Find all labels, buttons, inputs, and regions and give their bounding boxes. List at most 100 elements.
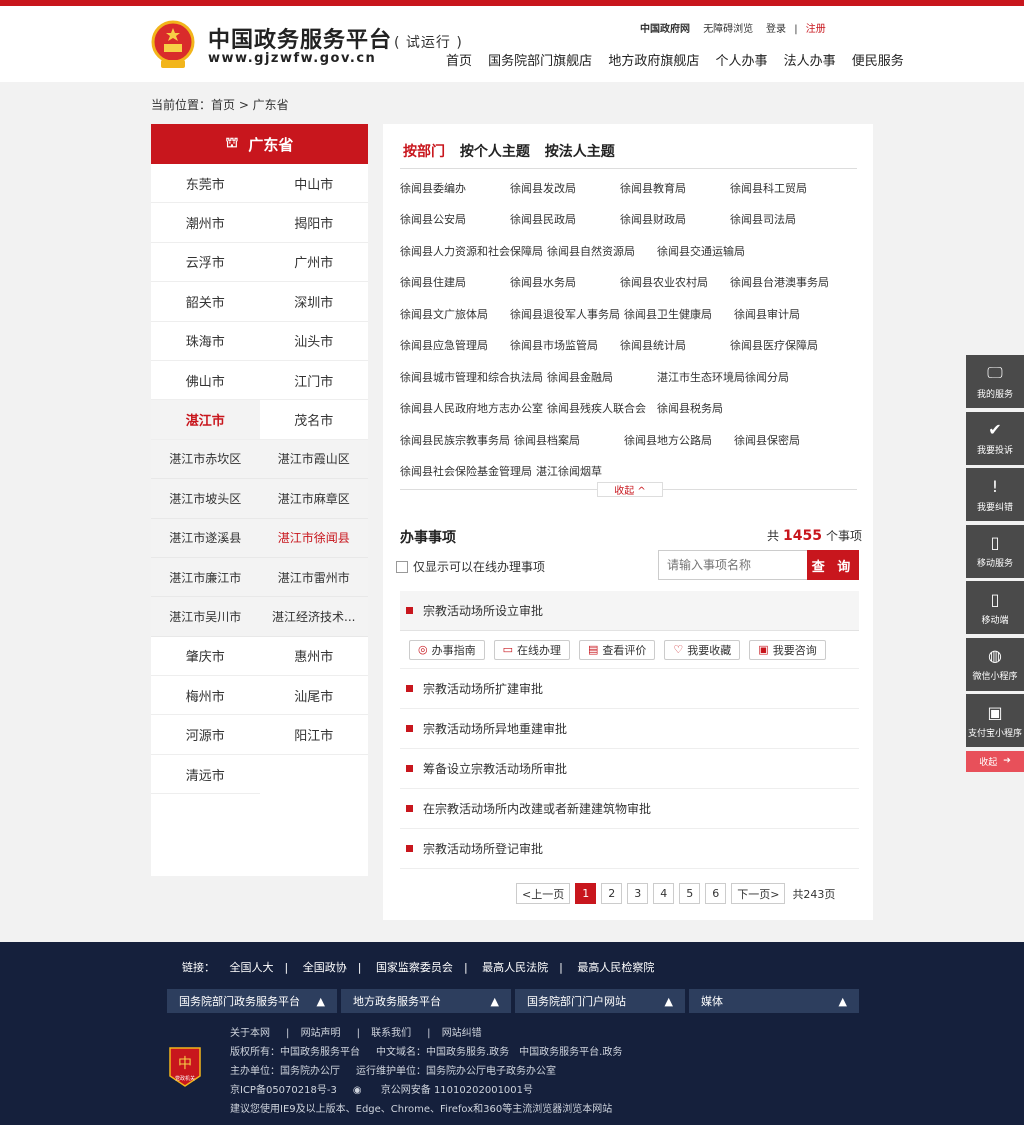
department-link[interactable]: 徐闻县住建局 — [400, 274, 510, 290]
department-link[interactable]: 徐闻县交通运输局 — [657, 243, 767, 259]
city-item-active[interactable]: 湛江市 — [151, 400, 260, 440]
footer-dropdown[interactable]: 地方政务服务平台 ▲ — [341, 989, 511, 1013]
nav-state-dept-stores[interactable]: 国务院部门旗舰店 — [488, 54, 592, 69]
mobile-service-button[interactable]: ▯ 移动服务 — [966, 524, 1024, 578]
nav-local-gov-stores[interactable]: 地方政府旗舰店 — [608, 54, 699, 69]
icp-text[interactable]: 京ICP备05070218号-3 — [230, 1085, 337, 1096]
city-item[interactable]: 深圳市 — [259, 282, 368, 322]
login-link[interactable]: 登录 — [766, 24, 786, 35]
nav-corporate[interactable]: 法人办事 — [784, 54, 836, 69]
accessibility-link[interactable]: 无障碍浏览 — [703, 24, 753, 35]
list-item[interactable]: 宗教活动场所登记审批 — [400, 829, 859, 869]
footer-dropdown[interactable]: 国务院部门门户网站 ▲ — [515, 989, 685, 1013]
department-link[interactable]: 徐闻县人民政府地方志办公室 — [400, 400, 547, 416]
department-link[interactable]: 徐闻县统计局 — [620, 337, 730, 353]
complaint-button[interactable]: ✔ 我要投诉 — [966, 411, 1024, 465]
city-item[interactable]: 广州市 — [259, 243, 368, 283]
city-item[interactable]: 阳江市 — [259, 715, 368, 755]
department-link[interactable]: 徐闻县自然资源局 — [547, 243, 657, 259]
department-link[interactable]: 徐闻县城市管理和综合执法局 — [400, 369, 547, 385]
page-button-current[interactable]: 1 — [575, 883, 597, 904]
department-link[interactable]: 徐闻县科工贸局 — [730, 180, 840, 196]
city-item[interactable]: 清远市 — [151, 755, 260, 795]
list-item[interactable]: 在宗教活动场所内改建或者新建建筑物审批 — [400, 789, 859, 829]
department-link[interactable]: 徐闻县金融局 — [547, 369, 657, 385]
page-button[interactable]: 5 — [679, 883, 701, 904]
list-item[interactable]: 宗教活动场所扩建审批 — [400, 669, 859, 709]
mobile-app-button[interactable]: ▯ 移动端 — [966, 581, 1024, 634]
department-link[interactable]: 徐闻县审计局 — [734, 306, 844, 322]
search-button[interactable]: 查 询 — [807, 550, 859, 580]
department-link[interactable]: 徐闻县农业农村局 — [620, 274, 730, 290]
list-item[interactable]: 宗教活动场所设立审批 — [400, 591, 859, 631]
wechat-miniprogram-button[interactable]: ◍ 微信小程序 — [966, 637, 1024, 691]
city-item[interactable]: 惠州市 — [259, 637, 368, 677]
district-item[interactable]: 湛江经济技术... — [259, 597, 368, 637]
city-item[interactable]: 潮州市 — [151, 203, 260, 243]
favorite-button[interactable]: ♡ 我要收藏 — [664, 639, 741, 660]
department-link[interactable]: 徐闻县医疗保障局 — [730, 337, 840, 353]
department-link[interactable]: 徐闻县民族宗教事务局 — [400, 432, 514, 448]
page-button[interactable]: 4 — [653, 883, 675, 904]
city-item[interactable]: 梅州市 — [151, 676, 260, 716]
online-handle-button[interactable]: ▭ 在线办理 — [493, 639, 571, 660]
alipay-miniprogram-button[interactable]: ▣ 支付宝小程序 — [966, 694, 1024, 747]
collapse-departments-button[interactable]: 收起 ^ — [597, 482, 663, 497]
view-rating-button[interactable]: ▤ 查看评价 — [579, 639, 656, 660]
footer-link[interactable]: 最高人民法院 — [482, 961, 548, 974]
footer-info-link[interactable]: 联系我们 — [371, 1028, 411, 1039]
page-button[interactable]: 6 — [705, 883, 727, 904]
city-item[interactable]: 佛山市 — [151, 361, 260, 401]
district-item[interactable]: 湛江市廉江市 — [151, 557, 260, 598]
district-item-active[interactable]: 湛江市徐闻县 — [259, 518, 368, 558]
footer-link[interactable]: 全国政协 — [303, 961, 347, 974]
district-item[interactable]: 湛江市遂溪县 — [151, 518, 260, 558]
site-title[interactable]: 中国政务服务平台( 试运行 ) — [208, 22, 463, 54]
department-link[interactable]: 徐闻县司法局 — [730, 211, 840, 227]
prev-page-button[interactable]: <上一页 — [516, 883, 571, 904]
page-button[interactable]: 3 — [627, 883, 649, 904]
footer-link[interactable]: 国家监察委员会 — [376, 961, 453, 974]
department-link[interactable]: 徐闻县地方公路局 — [624, 432, 734, 448]
department-link[interactable]: 徐闻县文广旅体局 — [400, 306, 510, 322]
footer-dropdown[interactable]: 国务院部门政务服务平台 ▲ — [167, 989, 337, 1013]
register-link[interactable]: 注册 — [806, 24, 826, 35]
department-link[interactable]: 徐闻县退役军人事务局 — [510, 306, 624, 322]
city-item[interactable]: 云浮市 — [151, 243, 260, 283]
gov-site-badge-icon[interactable]: 中 党政机关 — [168, 1046, 202, 1088]
police-text[interactable]: 京公网安备 11010202001001号 — [381, 1085, 533, 1096]
online-only-checkbox[interactable] — [396, 560, 408, 573]
department-link[interactable]: 徐闻县社会保险基金管理局 — [400, 463, 536, 479]
sidebar-collapse-button[interactable]: 收起 ➔ — [966, 750, 1024, 772]
department-link[interactable]: 徐闻县发改局 — [510, 180, 620, 196]
department-link[interactable]: 徐闻县民政局 — [510, 211, 620, 227]
city-item[interactable]: 揭阳市 — [259, 203, 368, 243]
city-item[interactable]: 珠海市 — [151, 322, 260, 361]
department-link[interactable]: 湛江市生态环境局徐闻分局 — [657, 369, 793, 385]
page-button[interactable]: 2 — [601, 883, 623, 904]
footer-info-link[interactable]: 关于本网 — [230, 1028, 270, 1039]
nav-convenience[interactable]: 便民服务 — [852, 54, 904, 69]
footer-info-link[interactable]: 网站声明 — [301, 1028, 341, 1039]
district-item[interactable]: 湛江市雷州市 — [259, 557, 368, 598]
department-link[interactable]: 徐闻县委编办 — [400, 180, 510, 196]
department-link[interactable]: 徐闻县公安局 — [400, 211, 510, 227]
city-item[interactable]: 中山市 — [259, 164, 368, 204]
department-link[interactable]: 徐闻县市场监管局 — [510, 337, 620, 353]
list-item[interactable]: 筹备设立宗教活动场所审批 — [400, 749, 859, 789]
city-item[interactable]: 茂名市 — [259, 400, 368, 440]
city-item[interactable]: 汕尾市 — [259, 676, 368, 716]
city-item[interactable]: 河源市 — [151, 715, 260, 755]
tab-by-corporate-theme[interactable]: 按法人主题 — [545, 144, 615, 160]
footer-link[interactable]: 全国人大 — [230, 961, 274, 974]
nav-home[interactable]: 首页 — [446, 54, 472, 69]
city-item[interactable]: 韶关市 — [151, 282, 260, 322]
my-services-button[interactable]: 🖵 我的服务 — [966, 355, 1024, 408]
city-item[interactable]: 东莞市 — [151, 164, 260, 204]
city-item[interactable]: 汕头市 — [259, 322, 368, 361]
district-item[interactable]: 湛江市赤坎区 — [151, 439, 260, 480]
footer-dropdown[interactable]: 媒体 ▲ — [689, 989, 859, 1013]
consult-button[interactable]: ▣ 我要咨询 — [749, 639, 826, 660]
footer-info-link[interactable]: 网站纠错 — [442, 1028, 482, 1039]
department-link[interactable]: 徐闻县卫生健康局 — [624, 306, 734, 322]
